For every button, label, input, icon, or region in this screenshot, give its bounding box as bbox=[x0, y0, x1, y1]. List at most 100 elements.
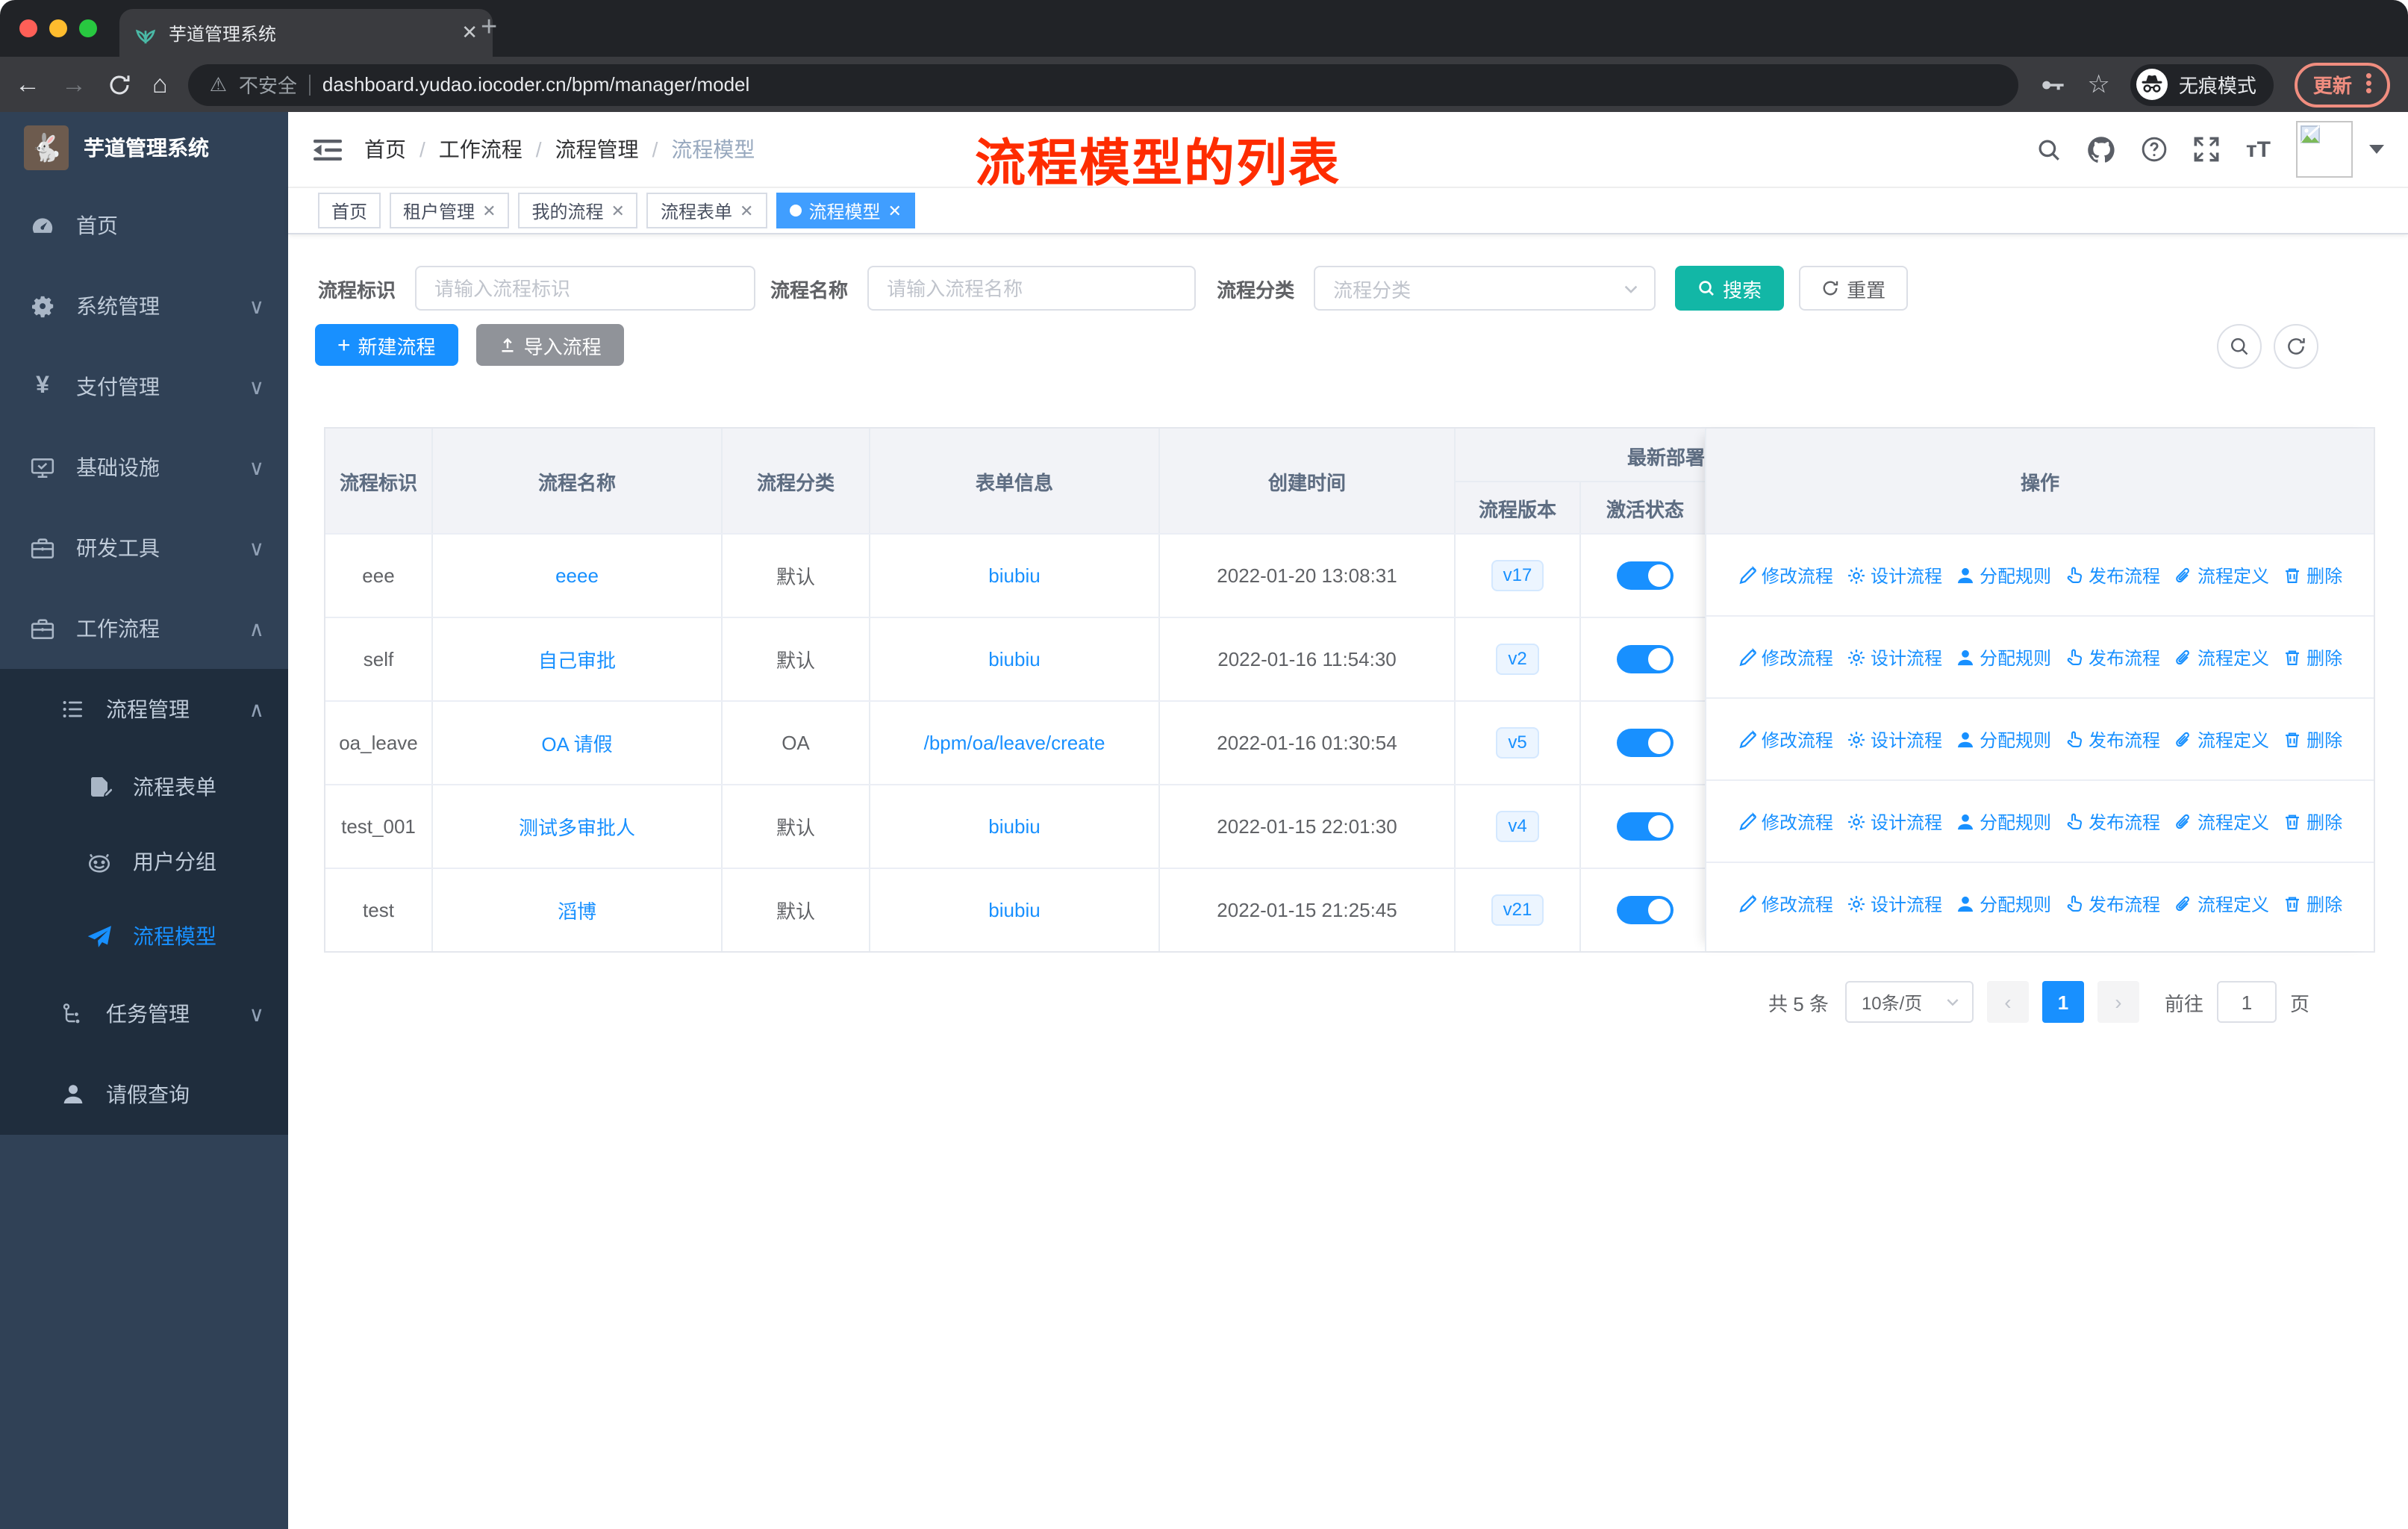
design-flow-action[interactable]: 设计流程 bbox=[1847, 891, 1942, 916]
bookmark-star-icon[interactable]: ☆ bbox=[2087, 69, 2110, 99]
active-toggle[interactable] bbox=[1617, 561, 1674, 590]
form-info-link[interactable]: biubiu bbox=[988, 564, 1040, 587]
assign-rule-action[interactable]: 分配规则 bbox=[1956, 562, 2051, 588]
flow-category-select[interactable]: 流程分类 bbox=[1314, 266, 1656, 311]
home-icon[interactable]: ⌂ bbox=[152, 72, 168, 97]
publish-flow-action[interactable]: 发布流程 bbox=[2065, 726, 2160, 752]
search-button[interactable]: 搜索 bbox=[1675, 266, 1785, 311]
flow-definition-action[interactable]: 流程定义 bbox=[2174, 562, 2269, 588]
sidebar-collapse-icon[interactable] bbox=[288, 137, 364, 162]
maximize-window-button[interactable] bbox=[79, 19, 97, 37]
edit-flow-action[interactable]: 修改流程 bbox=[1738, 562, 1833, 588]
model-name-link[interactable]: OA 请假 bbox=[541, 729, 612, 757]
sidebar-item-home[interactable]: 首页 bbox=[0, 185, 288, 266]
back-icon[interactable]: ← bbox=[15, 72, 40, 97]
browser-update-button[interactable]: 更新 • • • bbox=[2295, 62, 2390, 107]
create-flow-button[interactable]: + 新建流程 bbox=[315, 324, 458, 366]
form-info-link[interactable]: biubiu bbox=[988, 815, 1040, 838]
forward-icon[interactable]: → bbox=[61, 72, 87, 97]
sidebar-item-dev-tools[interactable]: 研发工具 ∨ bbox=[0, 508, 288, 588]
fullscreen-icon[interactable] bbox=[2194, 136, 2221, 163]
form-info-link[interactable]: biubiu bbox=[988, 648, 1040, 670]
sidebar-item-system[interactable]: 系统管理 ∨ bbox=[0, 266, 288, 346]
publish-flow-action[interactable]: 发布流程 bbox=[2065, 644, 2160, 670]
breadcrumb-flow-management[interactable]: 流程管理 bbox=[555, 134, 639, 164]
sidebar-item-workflow[interactable]: 工作流程 ∧ bbox=[0, 588, 288, 669]
address-bar[interactable]: ⚠ 不安全 dashboard.yudao.iocoder.cn/bpm/man… bbox=[188, 63, 2019, 105]
page-1-button[interactable]: 1 bbox=[2042, 981, 2084, 1023]
assign-rule-action[interactable]: 分配规则 bbox=[1956, 891, 2051, 916]
help-icon[interactable] bbox=[2142, 136, 2168, 163]
publish-flow-action[interactable]: 发布流程 bbox=[2065, 891, 2160, 916]
breadcrumb-workflow[interactable]: 工作流程 bbox=[439, 134, 523, 164]
delete-action[interactable]: 删除 bbox=[2283, 726, 2342, 752]
sidebar-item-task-management[interactable]: 任务管理 ∨ bbox=[0, 974, 288, 1054]
sidebar-item-flow-model[interactable]: 流程模型 bbox=[0, 899, 288, 974]
github-icon[interactable] bbox=[2088, 135, 2116, 164]
prev-page-button[interactable]: ‹ bbox=[1986, 981, 2029, 1023]
sidebar-item-payment[interactable]: ¥ 支付管理 ∨ bbox=[0, 346, 288, 427]
tag-flow-model[interactable]: 流程模型 ✕ bbox=[776, 193, 915, 228]
browser-menu-icon[interactable]: • • • bbox=[2365, 66, 2372, 99]
sidebar-item-flow-management[interactable]: 流程管理 ∧ bbox=[0, 669, 288, 750]
reset-button[interactable]: 重置 bbox=[1799, 266, 1909, 311]
close-icon[interactable]: ✕ bbox=[888, 201, 901, 220]
tag-my-flow[interactable]: 我的流程 ✕ bbox=[518, 193, 638, 228]
delete-action[interactable]: 删除 bbox=[2283, 891, 2342, 916]
sidebar-item-flow-form[interactable]: 流程表单 bbox=[0, 750, 288, 824]
next-page-button[interactable]: › bbox=[2097, 981, 2139, 1023]
delete-action[interactable]: 删除 bbox=[2283, 562, 2342, 588]
active-toggle[interactable] bbox=[1617, 812, 1674, 841]
import-flow-button[interactable]: 导入流程 bbox=[475, 324, 624, 366]
flow-id-input[interactable] bbox=[415, 266, 756, 311]
flow-name-input[interactable] bbox=[867, 266, 1197, 311]
flow-definition-action[interactable]: 流程定义 bbox=[2174, 891, 2269, 916]
design-flow-action[interactable]: 设计流程 bbox=[1847, 562, 1942, 588]
refresh-table-button[interactable] bbox=[2274, 324, 2318, 369]
model-name-link[interactable]: 测试多审批人 bbox=[519, 812, 635, 841]
flow-definition-action[interactable]: 流程定义 bbox=[2174, 726, 2269, 752]
active-toggle[interactable] bbox=[1617, 645, 1674, 673]
edit-flow-action[interactable]: 修改流程 bbox=[1738, 809, 1833, 834]
model-name-link[interactable]: 滔博 bbox=[558, 896, 596, 924]
tag-home[interactable]: 首页 bbox=[318, 193, 381, 228]
close-icon[interactable]: ✕ bbox=[611, 201, 625, 220]
font-size-icon[interactable]: тT bbox=[2246, 137, 2271, 162]
design-flow-action[interactable]: 设计流程 bbox=[1847, 809, 1942, 834]
active-toggle[interactable] bbox=[1617, 729, 1674, 757]
show-search-icon-button[interactable] bbox=[2217, 324, 2262, 369]
edit-flow-action[interactable]: 修改流程 bbox=[1738, 891, 1833, 916]
sidebar-item-user-group[interactable]: 用户分组 bbox=[0, 824, 288, 899]
design-flow-action[interactable]: 设计流程 bbox=[1847, 644, 1942, 670]
tag-tenant[interactable]: 租户管理 ✕ bbox=[390, 193, 510, 228]
minimize-window-button[interactable] bbox=[49, 19, 67, 37]
avatar[interactable] bbox=[2296, 121, 2353, 178]
flow-definition-action[interactable]: 流程定义 bbox=[2174, 644, 2269, 670]
model-name-link[interactable]: 自己审批 bbox=[538, 645, 616, 673]
edit-flow-action[interactable]: 修改流程 bbox=[1738, 726, 1833, 752]
close-icon[interactable]: ✕ bbox=[740, 201, 753, 220]
header-search-icon[interactable] bbox=[2037, 137, 2062, 162]
close-icon[interactable]: ✕ bbox=[482, 201, 496, 220]
publish-flow-action[interactable]: 发布流程 bbox=[2065, 562, 2160, 588]
key-icon[interactable] bbox=[2039, 71, 2066, 98]
form-info-link[interactable]: /bpm/oa/leave/create bbox=[924, 732, 1105, 754]
active-toggle[interactable] bbox=[1617, 896, 1674, 924]
tab-close-icon[interactable]: ✕ bbox=[461, 21, 478, 45]
model-name-link[interactable]: eeee bbox=[555, 564, 599, 587]
delete-action[interactable]: 删除 bbox=[2283, 644, 2342, 670]
edit-flow-action[interactable]: 修改流程 bbox=[1738, 644, 1833, 670]
breadcrumb-home[interactable]: 首页 bbox=[364, 134, 406, 164]
browser-tab[interactable]: 芋道管理系统 ✕ bbox=[119, 9, 493, 57]
sidebar-item-infrastructure[interactable]: 基础设施 ∨ bbox=[0, 427, 288, 508]
sidebar-item-leave-query[interactable]: 请假查询 bbox=[0, 1054, 288, 1135]
delete-action[interactable]: 删除 bbox=[2283, 809, 2342, 834]
reload-icon[interactable] bbox=[107, 72, 131, 96]
assign-rule-action[interactable]: 分配规则 bbox=[1956, 809, 2051, 834]
page-size-select[interactable]: 10条/页 bbox=[1844, 981, 1974, 1023]
design-flow-action[interactable]: 设计流程 bbox=[1847, 726, 1942, 752]
assign-rule-action[interactable]: 分配规则 bbox=[1956, 726, 2051, 752]
avatar-caret-icon[interactable] bbox=[2369, 145, 2384, 154]
app-logo-row[interactable]: 🐇 芋道管理系统 bbox=[0, 112, 288, 184]
close-window-button[interactable] bbox=[19, 19, 37, 37]
